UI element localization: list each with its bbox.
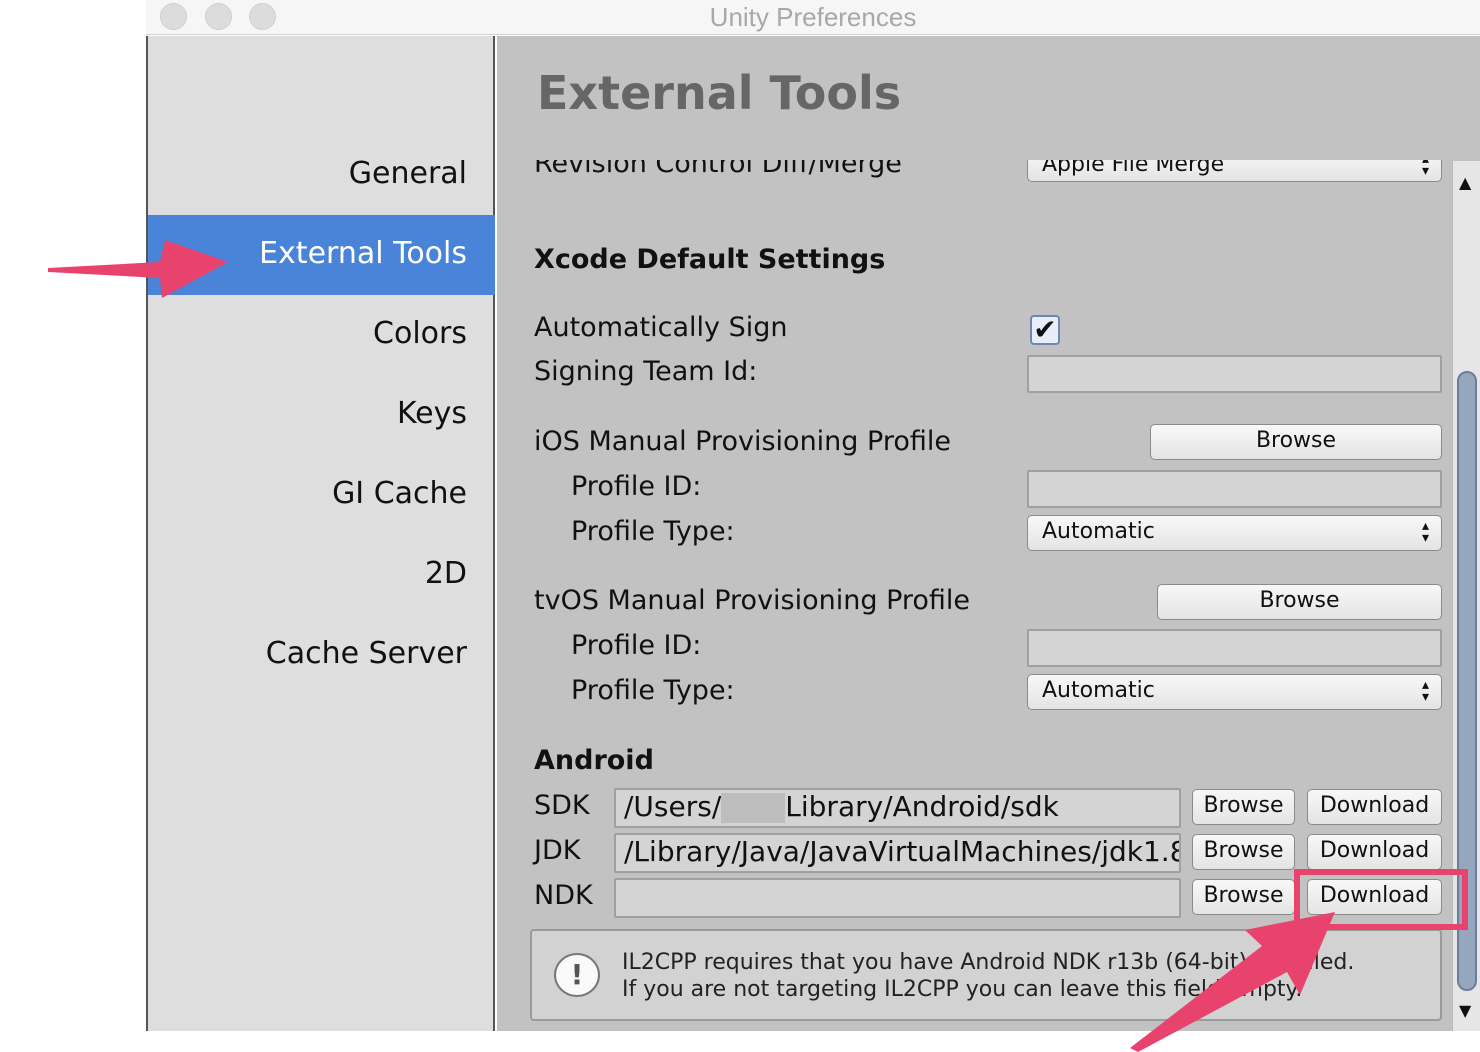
arrow-to-external-tools-icon [48, 240, 228, 298]
arrow-to-ndk-download-icon [1130, 912, 1335, 1052]
annotation-overlay [48, 240, 1468, 1052]
